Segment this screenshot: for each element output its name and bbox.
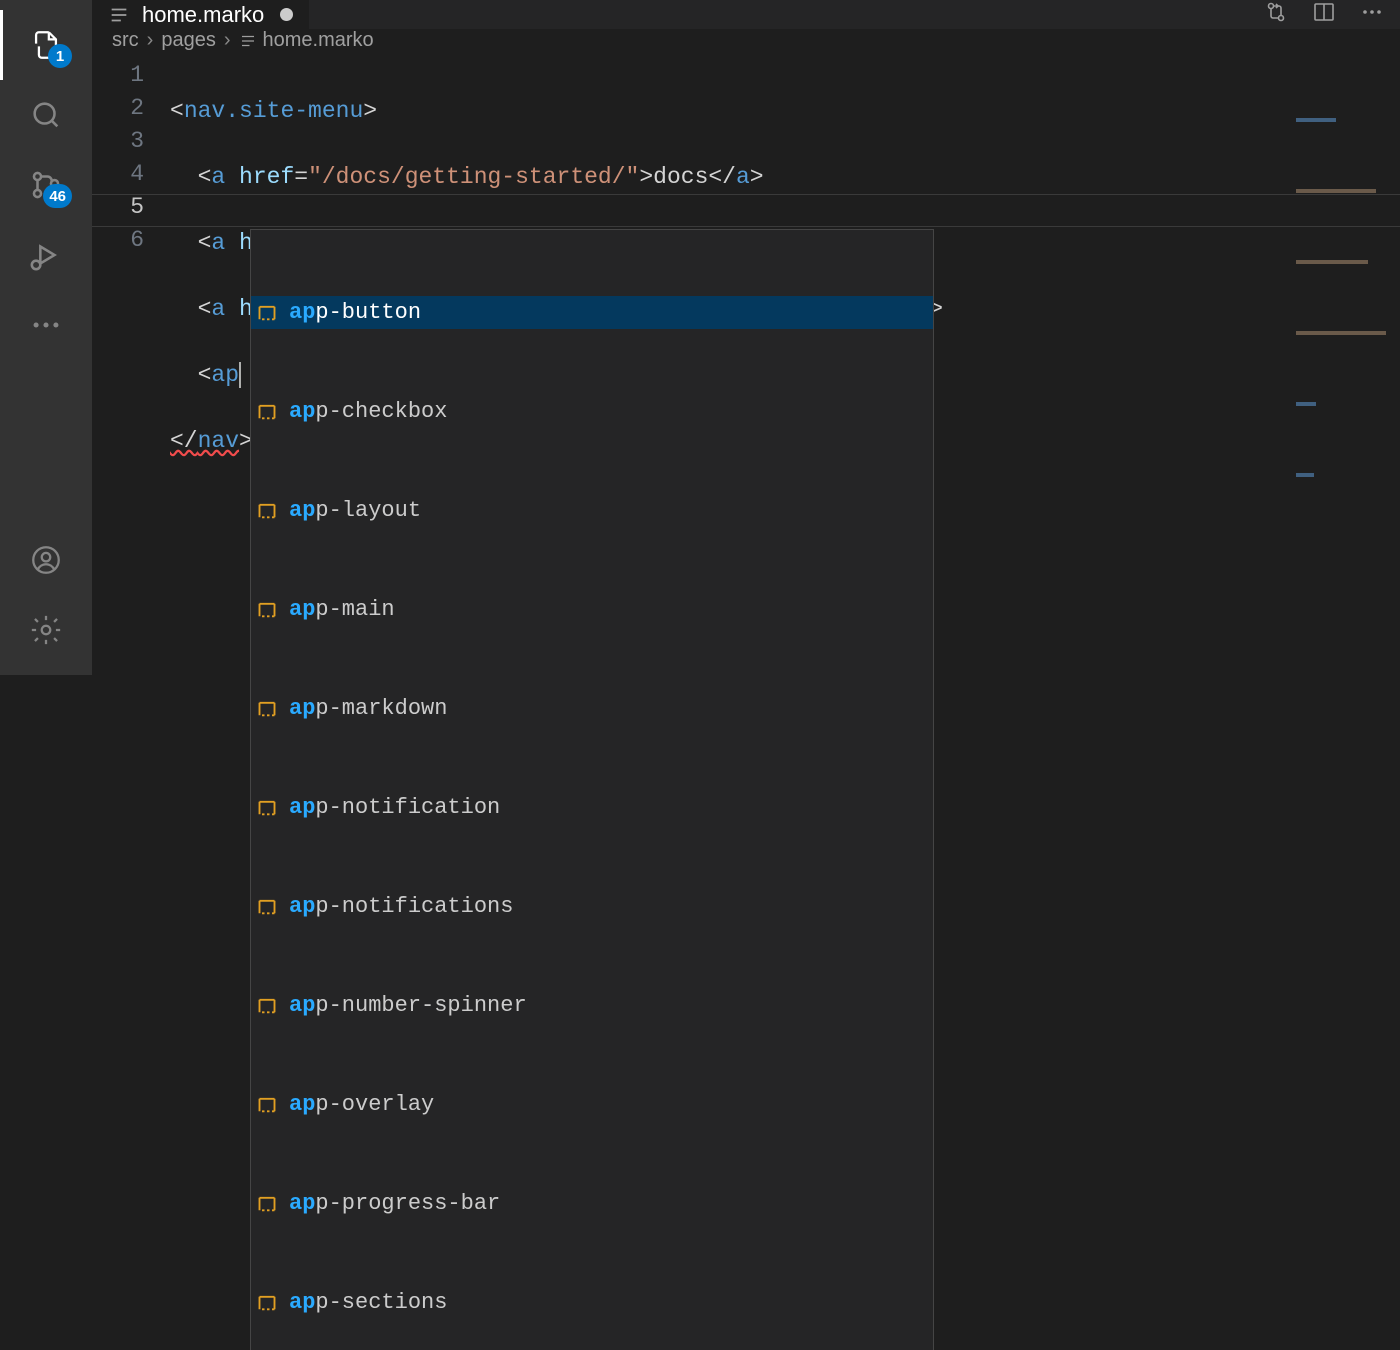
explorer-badge: 1 [48,44,72,68]
suggest-label: app-button [289,296,421,329]
line-number: 6 [92,227,144,260]
tab-bar: home.marko [92,0,1400,29]
snippet-icon [257,600,279,620]
minimap[interactable] [1290,52,1400,92]
editor-area[interactable]: 1 2 3 4 5 6 <nav.site-menu> <a href="/do… [92,52,1400,689]
suggest-item[interactable]: app-notifications [251,890,933,923]
suggest-label: app-sections [289,1286,447,1319]
breadcrumb-seg[interactable]: src [112,29,139,52]
snippet-icon [257,303,279,323]
suggest-item[interactable]: app-checkbox [251,395,933,428]
suggest-label: app-notification [289,791,500,824]
breadcrumb[interactable]: src › pages › home.marko [92,29,1400,52]
split-editor-icon[interactable] [1312,0,1336,29]
snippet-icon [257,501,279,521]
activity-more[interactable] [0,290,92,360]
line-gutter: 1 2 3 4 5 6 [92,52,170,689]
suggest-item[interactable]: app-progress-bar [251,1187,933,1220]
activity-account[interactable] [0,525,92,595]
code-content[interactable]: <nav.site-menu> <a href="/docs/getting-s… [170,52,1400,689]
suggest-widget[interactable]: app-button app-checkbox app-layout app-m… [250,229,934,1350]
activity-settings[interactable] [0,595,92,665]
suggest-item[interactable]: app-main [251,593,933,626]
more-actions-icon[interactable] [1360,0,1384,29]
compare-icon[interactable] [1264,0,1288,29]
suggest-label: app-checkbox [289,395,447,428]
snippet-icon [257,1293,279,1313]
snippet-icon [257,1194,279,1214]
breadcrumb-seg[interactable]: pages [161,29,216,52]
snippet-icon [257,1095,279,1115]
scm-badge: 46 [43,184,72,208]
suggest-item[interactable]: app-notification [251,791,933,824]
suggest-item[interactable]: app-sections [251,1286,933,1319]
suggest-label: app-layout [289,494,421,527]
snippet-icon [257,699,279,719]
activity-debug[interactable] [0,220,92,290]
editor-main: home.marko src › pages › home.marko 1 2 … [92,0,1400,675]
suggest-label: app-progress-bar [289,1187,500,1220]
suggest-label: app-overlay [289,1088,434,1121]
suggest-item[interactable]: app-button [251,296,933,329]
tab-home-marko[interactable]: home.marko [92,0,310,29]
suggest-item[interactable]: app-number-spinner [251,989,933,1022]
activity-explorer[interactable]: 1 [0,10,92,80]
editor-actions [1248,0,1400,29]
line-number: 1 [92,62,144,95]
activity-scm[interactable]: 46 [0,150,92,220]
marko-file-icon [239,32,257,50]
suggest-label: app-main [289,593,395,626]
text-cursor [239,362,241,388]
chevron-right-icon: › [145,29,156,52]
chevron-right-icon: › [222,29,233,52]
tab-filename: home.marko [142,2,264,28]
suggest-label: app-notifications [289,890,513,923]
suggest-label: app-markdown [289,692,447,725]
code-line: <a href="/docs/getting-started/">docs</a… [170,161,1400,194]
breadcrumb-seg[interactable]: home.marko [263,29,374,52]
suggest-label: app-number-spinner [289,989,527,1022]
suggest-item[interactable]: app-layout [251,494,933,527]
line-number: 3 [92,128,144,161]
activity-bar: 1 46 [0,0,92,675]
snippet-icon [257,402,279,422]
suggest-item[interactable]: app-markdown [251,692,933,725]
snippet-icon [257,897,279,917]
activity-search[interactable] [0,80,92,150]
line-number: 4 [92,161,144,194]
tab-dirty-indicator [280,8,293,21]
snippet-icon [257,996,279,1016]
code-line: <nav.site-menu> [170,95,1400,128]
suggest-item[interactable]: app-overlay [251,1088,933,1121]
line-number: 2 [92,95,144,128]
marko-file-icon [108,4,130,26]
snippet-icon [257,798,279,818]
